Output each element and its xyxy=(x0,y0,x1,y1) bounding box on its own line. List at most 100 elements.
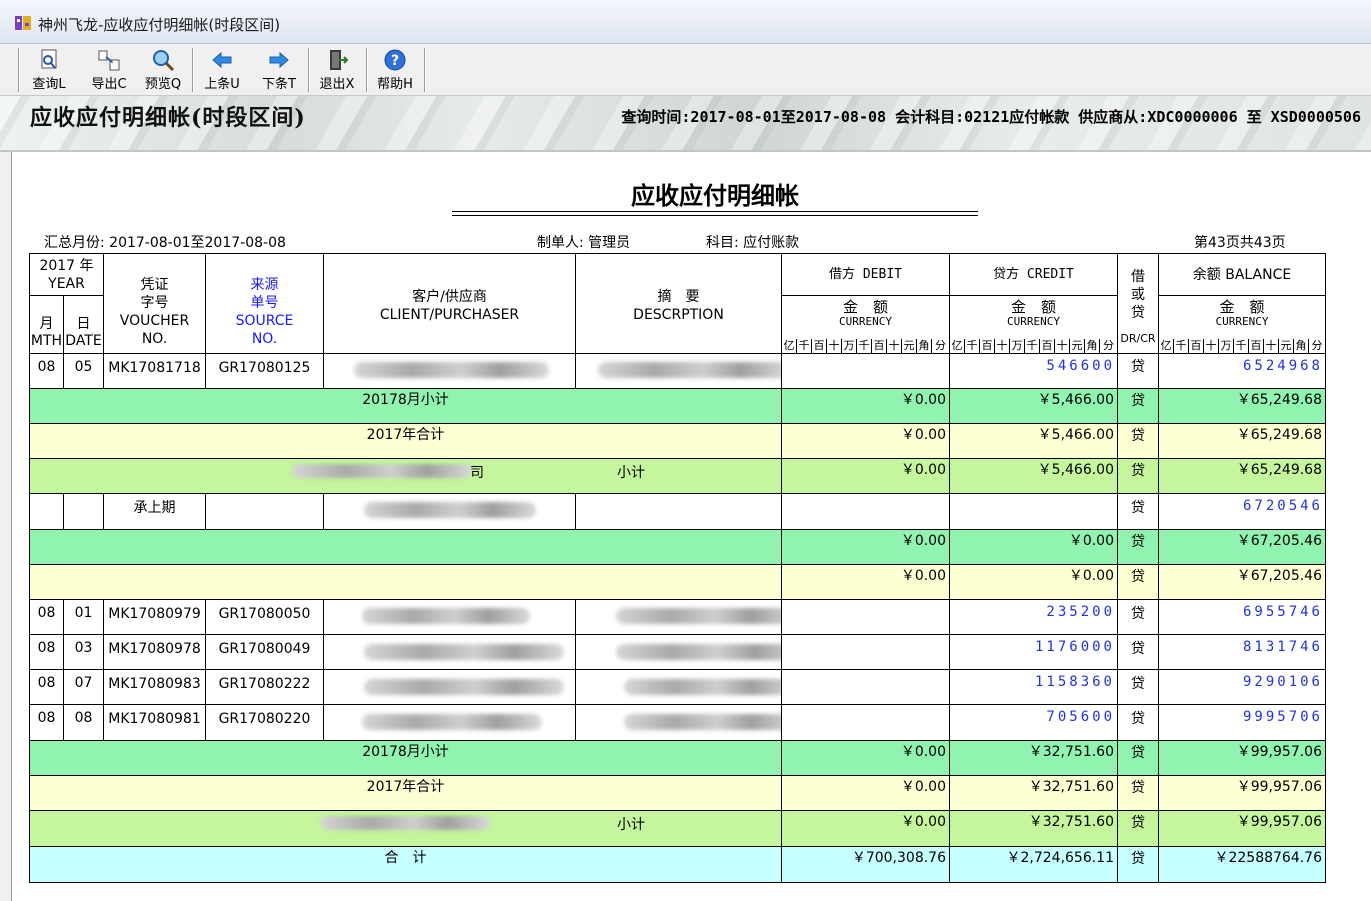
cell-day xyxy=(64,494,104,530)
party-subtotal-credit: ￥32,751.60 xyxy=(950,811,1118,847)
cell-voucher[interactable]: MK17081718 xyxy=(104,354,206,389)
header-day-cn: 日 xyxy=(76,316,91,332)
cell-day: 07 xyxy=(64,670,104,705)
year-total-balance: ￥65,249.68 xyxy=(1159,424,1325,459)
cell-voucher[interactable]: MK17080981 xyxy=(104,705,206,741)
header-source-cn1: 来源 xyxy=(250,277,279,293)
month-subtotal-direction: 贷 xyxy=(1118,389,1159,424)
month-subtotal-direction: 贷 xyxy=(1118,530,1159,565)
party-subtotal-credit: ￥5,466.00 xyxy=(950,459,1118,494)
toolbar-separator xyxy=(366,48,368,92)
month-subtotal-debit: ￥0.00 xyxy=(782,741,950,776)
header-voucher-en1: VOUCHER xyxy=(119,313,190,329)
year-total-direction: 贷 xyxy=(1118,565,1159,600)
arrow-left-icon xyxy=(212,51,232,69)
party-subtotal-text: 小计 xyxy=(617,465,645,481)
digit-place-label: 亿 xyxy=(1159,339,1174,353)
magnifier-icon xyxy=(153,50,175,72)
header-client: 客户/供应商 CLIENT/PURCHASER xyxy=(324,254,576,354)
digit-place-label: 百 xyxy=(1249,339,1264,353)
year-total-balance: ￥67,205.46 xyxy=(1159,565,1325,600)
title-underline xyxy=(452,211,978,216)
digit-place-label: 角 xyxy=(1085,339,1100,353)
digit-place-label: 角 xyxy=(1294,339,1309,353)
cell-desc-redacted xyxy=(576,670,782,705)
prev-button[interactable]: 上条U xyxy=(197,46,247,94)
cell-source[interactable]: GR17080050 xyxy=(206,600,324,635)
header-direction: 借 或 贷 DR/CR xyxy=(1118,254,1159,354)
party-subtotal-direction: 贷 xyxy=(1118,459,1159,494)
cell-voucher[interactable]: MK17080983 xyxy=(104,670,206,705)
header-day-en: DATE xyxy=(65,333,102,349)
balance-digit-ruler: 亿千百十万千百十元角分 xyxy=(1159,339,1325,353)
cell-voucher[interactable]: MK17080979 xyxy=(104,600,206,635)
month-subtotal-balance: ￥65,249.68 xyxy=(1159,389,1325,424)
help-label: 帮助H xyxy=(377,77,413,92)
cell-credit: 705600 xyxy=(950,705,1118,741)
cell-source xyxy=(206,494,324,530)
query-icon xyxy=(41,49,57,69)
cell-desc xyxy=(576,494,782,530)
cell-balance: 9995706 xyxy=(1159,705,1325,741)
preview-button[interactable]: 预览Q xyxy=(138,46,188,94)
cell-day: 03 xyxy=(64,635,104,670)
cell-credit: 235200 xyxy=(950,600,1118,635)
cell-source[interactable]: GR17080222 xyxy=(206,670,324,705)
cell-source[interactable]: GR17080220 xyxy=(206,705,324,741)
cell-balance: 6955746 xyxy=(1159,600,1325,635)
exit-button[interactable]: 退出X xyxy=(312,46,362,94)
cell-direction: 贷 xyxy=(1118,494,1159,530)
digit-place-label: 分 xyxy=(1103,339,1114,352)
party-subtotal-text: 小计 xyxy=(617,817,645,833)
month-subtotal-credit: ￥32,751.60 xyxy=(950,741,1118,776)
help-button[interactable]: ? 帮助H xyxy=(370,46,420,94)
month-subtotal-debit: ￥0.00 xyxy=(782,530,950,565)
cell-direction: 贷 xyxy=(1118,635,1159,670)
cell-credit: 1158360 xyxy=(950,670,1118,705)
digit-place-label: 角 xyxy=(917,339,932,353)
month-subtotal-label: 20178月小计 xyxy=(30,741,782,776)
header-month-en: MTH xyxy=(30,333,63,349)
header-voucher-cn2: 字号 xyxy=(140,295,169,311)
header-month: 月 MTH xyxy=(30,296,64,354)
toolbar-separator xyxy=(424,48,426,92)
window-title: 神州飞龙-应收应付明细帐(时段区间) xyxy=(38,16,281,34)
grand-total-direction: 贷 xyxy=(1118,847,1159,882)
cell-direction: 贷 xyxy=(1118,354,1159,389)
year-total-credit: ￥0.00 xyxy=(950,565,1118,600)
ledger-table: 2017 年 YEAR 月 MTH 日 DATE 凭证 字号 VOUCHER N… xyxy=(29,253,1326,883)
next-button[interactable]: 下条T xyxy=(254,46,304,94)
report-title: 应收应付明细帐 xyxy=(631,181,799,210)
digit-place-label: 千 xyxy=(857,339,872,353)
header-year-number: 2017 年 xyxy=(39,258,94,274)
cell-client-redacted xyxy=(324,635,576,670)
year-total-debit: ￥0.00 xyxy=(782,776,950,811)
party-name-suffix: 司 xyxy=(470,465,484,481)
digit-place-label: 百 xyxy=(1040,339,1055,353)
party-subtotal-label: 小计 xyxy=(30,811,782,847)
header-client-cn: 客户/供应商 xyxy=(412,289,487,305)
header-month-cn: 月 xyxy=(39,316,54,332)
cell-month xyxy=(30,494,64,530)
cell-voucher[interactable]: MK17080978 xyxy=(104,635,206,670)
header-day: 日 DATE xyxy=(64,296,104,354)
month-subtotal-balance: ￥67,205.46 xyxy=(1159,530,1325,565)
digit-place-label: 元 xyxy=(902,339,917,353)
cell-credit: 546600 xyxy=(950,354,1118,389)
header-description: 摘 要 DESCRPTION xyxy=(576,254,782,354)
title-bar: 神州飞龙-应收应付明细帐(时段区间) xyxy=(0,0,1371,44)
cell-debit xyxy=(782,635,950,670)
header-debit-amount: 金 额 CURRENCY 亿千百十万千百十元角分 xyxy=(782,296,950,354)
digit-place-label: 亿 xyxy=(782,339,797,353)
export-label: 导出C xyxy=(91,77,127,92)
party-subtotal-balance: ￥65,249.68 xyxy=(1159,459,1325,494)
party-subtotal-debit: ￥0.00 xyxy=(782,459,950,494)
cell-source[interactable]: GR17080049 xyxy=(206,635,324,670)
export-button[interactable]: 导出C xyxy=(84,46,134,94)
query-button[interactable]: 查询L xyxy=(24,46,74,94)
cell-source[interactable]: GR17080125 xyxy=(206,354,324,389)
month-subtotal-label: 20178月小计 xyxy=(30,389,782,424)
digit-place-label: 十 xyxy=(887,339,902,353)
header-balance-amount: 金 额 CURRENCY 亿千百十万千百十元角分 xyxy=(1159,296,1325,354)
digit-place-label: 十 xyxy=(827,339,842,353)
